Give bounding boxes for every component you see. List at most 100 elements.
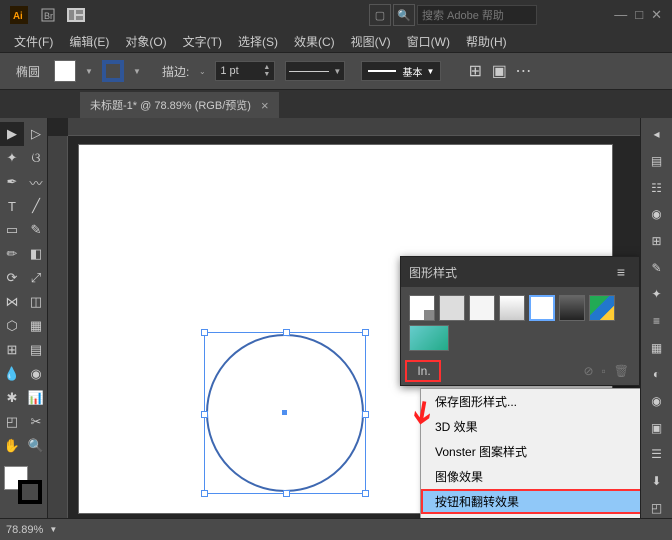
expand-icon[interactable]: ◂ — [646, 124, 668, 145]
rotate-tool[interactable]: ⟳ — [0, 266, 24, 290]
symbols-icon[interactable]: ✦ — [646, 284, 668, 305]
style-swatch[interactable] — [559, 295, 585, 321]
brush-definition[interactable]: 基本▼ — [361, 61, 441, 81]
horizontal-ruler[interactable] — [68, 118, 640, 136]
stroke-color[interactable] — [18, 480, 42, 504]
hand-tool[interactable]: ✋ — [0, 434, 24, 458]
handle-tr[interactable] — [362, 329, 369, 336]
style-icon[interactable]: ▣ — [489, 61, 509, 81]
rectangle-tool[interactable]: ▭ — [0, 218, 24, 242]
brushes-icon[interactable]: ✎ — [646, 257, 668, 278]
menu-3d[interactable]: 3D 效果 — [421, 414, 640, 439]
fill-swatch[interactable] — [54, 60, 76, 82]
free-transform-tool[interactable]: ◫ — [24, 290, 48, 314]
menu-select[interactable]: 选择(S) — [230, 31, 286, 52]
style-swatch[interactable] — [439, 295, 465, 321]
menu-image-fx[interactable]: 图像效果 — [421, 464, 640, 489]
symbol-tool[interactable]: ✱ — [0, 386, 24, 410]
style-swatch[interactable] — [499, 295, 525, 321]
menu-view[interactable]: 视图(V) — [343, 31, 399, 52]
search-icon[interactable]: 🔍 — [393, 4, 415, 26]
menu-button-rollover[interactable]: 按钮和翻转效果 — [421, 489, 640, 514]
curvature-tool[interactable]: 〰 — [24, 170, 48, 194]
eraser-tool[interactable]: ◧ — [24, 242, 48, 266]
zoom-dropdown[interactable]: ▼ — [49, 525, 57, 534]
library-menu-button[interactable]: In. — [405, 360, 441, 382]
perspective-tool[interactable]: ▦ — [24, 314, 48, 338]
swatches-icon[interactable]: ⊞ — [646, 231, 668, 252]
slice-tool[interactable]: ✂ — [24, 410, 48, 434]
handle-bl[interactable] — [201, 490, 208, 497]
panel-menu-icon[interactable]: ≡ — [611, 262, 631, 282]
stroke-link[interactable]: ⌄ — [193, 60, 211, 82]
style-swatch[interactable] — [409, 295, 435, 321]
pen-tool[interactable]: ✒ — [0, 170, 24, 194]
handle-mr[interactable] — [362, 411, 369, 418]
menu-save-style[interactable]: 保存图形样式... — [421, 389, 640, 414]
tab-close-button[interactable]: × — [261, 98, 269, 113]
stroke-profile[interactable]: ▼ — [285, 61, 345, 81]
delete-icon[interactable]: 🗑 — [614, 364, 629, 378]
stroke-swatch[interactable] — [102, 60, 124, 82]
style-swatch[interactable] — [469, 295, 495, 321]
artboards-icon[interactable]: ◰ — [646, 497, 668, 518]
break-link-icon[interactable]: ⊘ — [583, 364, 593, 378]
menu-text-fx[interactable]: 文字效果 — [421, 514, 640, 518]
stroke-dropdown[interactable]: ▼ — [128, 60, 146, 82]
menu-object[interactable]: 对象(O) — [117, 31, 174, 52]
stockphoto-icon[interactable] — [63, 2, 89, 28]
brush-tool[interactable]: ✎ — [24, 218, 48, 242]
asset-export-icon[interactable]: ⬇ — [646, 471, 668, 492]
menu-file[interactable]: 文件(F) — [6, 31, 61, 52]
document-tab[interactable]: 未标题-1* @ 78.89% (RGB/预览) × — [80, 92, 279, 118]
style-swatch[interactable] — [589, 295, 615, 321]
menu-edit[interactable]: 编辑(E) — [61, 31, 117, 52]
transparency-icon[interactable]: ◐ — [646, 364, 668, 385]
gradient-icon[interactable]: ▦ — [646, 337, 668, 358]
handle-bc[interactable] — [283, 490, 290, 497]
fill-dropdown[interactable]: ▼ — [80, 60, 98, 82]
cloud-icon[interactable]: ▢ — [369, 4, 391, 26]
vertical-ruler[interactable] — [48, 136, 68, 518]
eyedropper-tool[interactable]: 💧 — [0, 362, 24, 386]
menu-vonster[interactable]: Vonster 图案样式 — [421, 439, 640, 464]
magic-wand-tool[interactable]: ✦ — [0, 146, 24, 170]
graph-tool[interactable]: 📊 — [24, 386, 48, 410]
blend-tool[interactable]: ◉ — [24, 362, 48, 386]
mesh-tool[interactable]: ⊞ — [0, 338, 24, 362]
panel-header[interactable]: 图形样式 ≡ — [401, 257, 639, 287]
handle-tc[interactable] — [283, 329, 290, 336]
color-controls[interactable] — [0, 462, 48, 512]
menu-window[interactable]: 窗口(W) — [399, 31, 458, 52]
zoom-tool[interactable]: 🔍 — [24, 434, 48, 458]
appearance-icon[interactable]: ◉ — [646, 391, 668, 412]
shape-builder-tool[interactable]: ⬡ — [0, 314, 24, 338]
search-input[interactable]: 搜索 Adobe 帮助 — [417, 5, 537, 25]
menu-type[interactable]: 文字(T) — [175, 31, 230, 52]
minimize-button[interactable]: — — [614, 7, 627, 23]
properties-icon[interactable]: ▤ — [646, 151, 668, 172]
width-tool[interactable]: ⋈ — [0, 290, 24, 314]
close-button[interactable]: ✕ — [651, 7, 662, 23]
menu-effect[interactable]: 效果(C) — [286, 31, 343, 52]
graphic-styles-icon[interactable]: ▣ — [646, 417, 668, 438]
selection-tool[interactable]: ▶ — [0, 122, 24, 146]
shaper-tool[interactable]: ✏ — [0, 242, 24, 266]
maximize-button[interactable]: □ — [635, 7, 643, 23]
layers-icon[interactable]: ☰ — [646, 444, 668, 465]
color-icon[interactable]: ◉ — [646, 204, 668, 225]
lasso-tool[interactable]: ଓ — [24, 146, 48, 170]
more-icon[interactable]: ⋯ — [513, 61, 533, 81]
line-tool[interactable]: ╱ — [24, 194, 48, 218]
style-swatch-selected[interactable] — [529, 295, 555, 321]
handle-tl[interactable] — [201, 329, 208, 336]
handle-br[interactable] — [362, 490, 369, 497]
new-style-icon[interactable]: ▫ — [602, 364, 606, 378]
handle-ml[interactable] — [201, 411, 208, 418]
libraries-icon[interactable]: ☷ — [646, 177, 668, 198]
gradient-tool[interactable]: ▤ — [24, 338, 48, 362]
scale-tool[interactable]: ⤢ — [24, 266, 48, 290]
type-tool[interactable]: T — [0, 194, 24, 218]
menu-help[interactable]: 帮助(H) — [458, 31, 515, 52]
style-swatch[interactable] — [409, 325, 449, 351]
